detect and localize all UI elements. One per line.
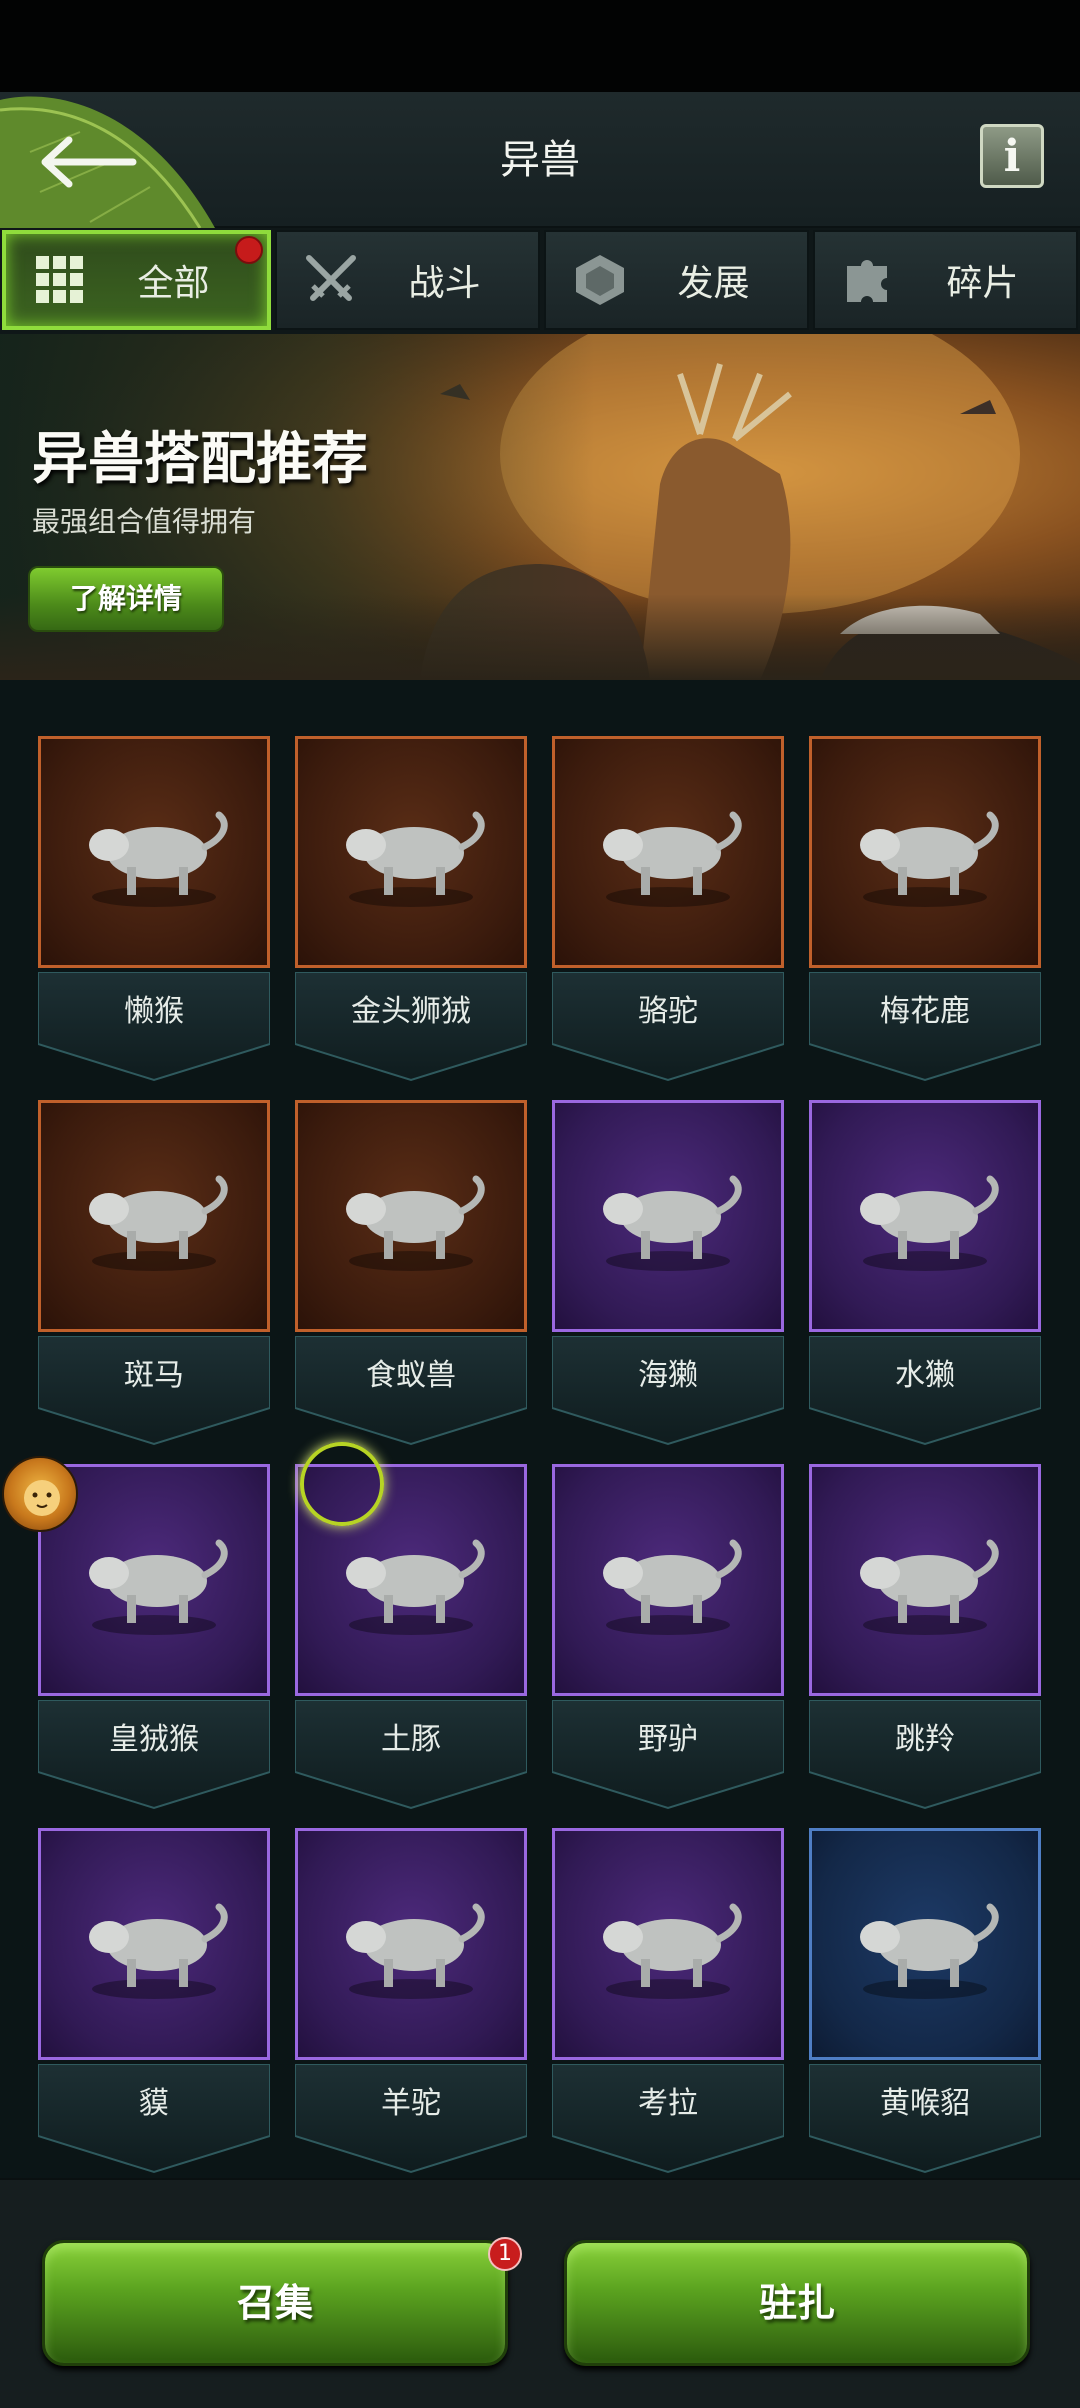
beast-silhouette-icon: [860, 1539, 999, 1635]
beast-portrait: [295, 736, 527, 968]
beast-card[interactable]: 海獭: [552, 1100, 784, 1446]
tab-label: 发展: [677, 263, 750, 304]
beast-name: 貘: [139, 2086, 169, 2121]
gather-button[interactable]: 召集: [42, 2240, 508, 2366]
beast-name: 羊驼: [381, 2086, 441, 2121]
beast-silhouette-icon: [603, 1903, 742, 1999]
puzzle-piece-icon: [829, 240, 909, 320]
beast-portrait: [809, 1828, 1041, 2060]
beast-silhouette-icon: [346, 1903, 485, 1999]
back-button[interactable]: [18, 122, 158, 202]
beast-silhouette-icon: [860, 1175, 999, 1271]
beast-portrait: [38, 736, 270, 968]
lion-icon: [24, 1480, 60, 1516]
beast-card[interactable]: 跳羚: [809, 1464, 1041, 1810]
beast-name: 黄喉貂: [880, 2086, 970, 2121]
grid-icon: [20, 240, 100, 320]
beast-silhouette-icon: [603, 1175, 742, 1271]
sparkle-ring-effect: [300, 1442, 384, 1526]
arrow-left-icon: [41, 136, 137, 188]
beast-portrait: [295, 1100, 527, 1332]
crossed-swords-icon: [291, 240, 371, 320]
beast-name: 海獭: [638, 1358, 698, 1393]
beast-name: 斑马: [124, 1358, 184, 1393]
beast-silhouette-icon: [860, 1903, 999, 1999]
beast-portrait: [552, 1100, 784, 1332]
tab-fragments[interactable]: 碎片: [813, 230, 1078, 330]
beast-silhouette-icon: [603, 1539, 742, 1635]
tab-all[interactable]: 全部: [2, 230, 271, 330]
beast-card[interactable]: 梅花鹿: [809, 736, 1041, 1082]
beast-portrait: [809, 736, 1041, 968]
beast-card[interactable]: 骆驼: [552, 736, 784, 1082]
beast-name: 野驴: [638, 1722, 698, 1757]
beast-silhouette-icon: [860, 811, 999, 907]
beast-silhouette-icon: [346, 1539, 485, 1635]
notification-dot: [235, 236, 263, 264]
beast-portrait: [38, 1828, 270, 2060]
beast-portrait: [38, 1100, 270, 1332]
tab-label: 战斗: [408, 263, 481, 304]
beast-silhouette-icon: [346, 1175, 485, 1271]
beast-portrait: [809, 1464, 1041, 1696]
beast-silhouette-icon: [346, 811, 485, 907]
beast-portrait: [552, 1828, 784, 2060]
beast-portrait: [809, 1100, 1041, 1332]
recommend-banner[interactable]: 异兽搭配推荐 最强组合值得拥有 了解详情: [0, 334, 1080, 680]
beast-card[interactable]: 羊驼: [295, 1828, 527, 2174]
station-button[interactable]: 驻扎: [564, 2240, 1030, 2366]
beast-name: 懒猴: [124, 994, 184, 1029]
beast-card[interactable]: 黄喉貂: [809, 1828, 1041, 2174]
beast-name: 皇狨猴: [109, 1722, 199, 1757]
info-button[interactable]: i: [980, 124, 1044, 188]
tab-develop[interactable]: 发展: [544, 230, 809, 330]
beast-silhouette-icon: [89, 1175, 228, 1271]
beast-name: 土豚: [381, 1722, 441, 1757]
tab-bar: 全部 战斗 发展 碎片: [0, 228, 1080, 334]
hexagon-gem-icon: [560, 240, 640, 320]
beast-portrait: [552, 736, 784, 968]
beast-card[interactable]: 斑马: [38, 1100, 270, 1446]
learn-more-button[interactable]: 了解详情: [28, 566, 224, 632]
beast-card[interactable]: 貘: [38, 1828, 270, 2174]
beast-portrait: [295, 1828, 527, 2060]
banner-title: 异兽搭配推荐: [32, 427, 368, 492]
beast-card[interactable]: 水獭: [809, 1100, 1041, 1446]
tab-battle[interactable]: 战斗: [275, 230, 540, 330]
beast-name: 骆驼: [638, 994, 698, 1029]
beast-name: 食蚁兽: [366, 1358, 456, 1393]
tab-label: 碎片: [946, 263, 1019, 304]
status-bar: [0, 0, 1080, 92]
beast-card[interactable]: 野驴: [552, 1464, 784, 1810]
beast-card[interactable]: 考拉: [552, 1828, 784, 2174]
beast-name: 考拉: [638, 2086, 698, 2121]
lion-avatar[interactable]: [2, 1456, 78, 1532]
beast-name: 梅花鹿: [880, 994, 970, 1029]
beast-name: 水獭: [895, 1358, 955, 1393]
beast-portrait: [552, 1464, 784, 1696]
beast-silhouette-icon: [603, 811, 742, 907]
gather-badge: 1: [488, 2237, 522, 2271]
beast-silhouette-icon: [89, 1903, 228, 1999]
beast-card[interactable]: 食蚁兽: [295, 1100, 527, 1446]
beast-name: 跳羚: [895, 1722, 955, 1757]
beast-card[interactable]: 金头狮狨: [295, 736, 527, 1082]
beast-silhouette-icon: [89, 1539, 228, 1635]
beast-card[interactable]: 懒猴: [38, 736, 270, 1082]
banner-subtitle: 最强组合值得拥有: [32, 505, 257, 538]
beast-silhouette-icon: [89, 811, 228, 907]
beast-name: 金头狮狨: [351, 994, 471, 1029]
